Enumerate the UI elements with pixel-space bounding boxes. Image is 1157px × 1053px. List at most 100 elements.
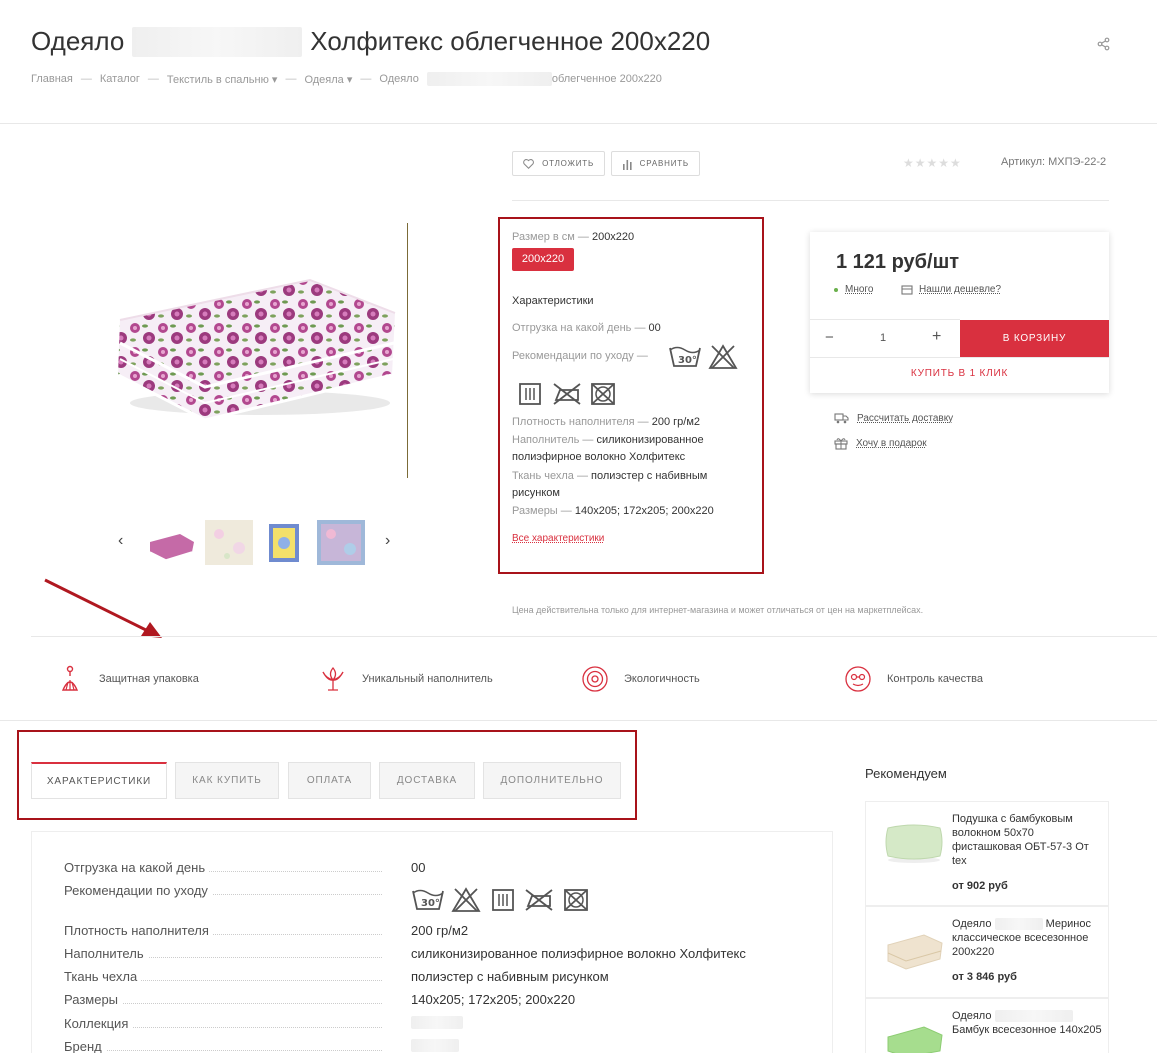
- tab-delivery[interactable]: Доставка: [379, 762, 475, 799]
- thumbnail[interactable]: [205, 520, 253, 565]
- thumbnail[interactable]: [148, 520, 196, 566]
- tab-how-to-buy[interactable]: Как купить: [175, 762, 279, 799]
- inspector-icon: [845, 666, 871, 692]
- qty-plus-button[interactable]: +: [932, 328, 941, 346]
- defer-button[interactable]: отложить: [512, 151, 605, 176]
- packaging-icon: [61, 665, 79, 691]
- breadcrumb-item[interactable]: Одеяла ▾: [304, 73, 352, 86]
- spec-row: Бренд: [64, 1039, 814, 1053]
- breadcrumb-item: облегченное 200х220: [551, 73, 662, 85]
- price: 1 121 руб/шт: [836, 251, 960, 273]
- size-option-chip[interactable]: 200х220: [512, 248, 574, 271]
- compare-label: сравнить: [639, 159, 689, 168]
- spec-row: Размеры 140х205; 172х205; 200х220: [64, 992, 576, 1007]
- prop-fabric: Ткань чехла — полиэстер с набивным: [512, 470, 708, 482]
- cheaper-link[interactable]: Нашли дешевле?: [901, 284, 1001, 295]
- prop-density: Плотность наполнителя — 200 гр/м2: [512, 416, 700, 428]
- recommend-card[interactable]: Одеяло Бамбук всесезонное 140х205: [865, 998, 1109, 1053]
- heart-icon: [523, 158, 534, 169]
- blurred-value: [411, 1039, 459, 1052]
- product-thumbnail[interactable]: [884, 925, 944, 978]
- no-iron-icon: [552, 382, 582, 411]
- product-image[interactable]: [100, 225, 400, 430]
- spec-row: Коллекция: [64, 1016, 814, 1032]
- divider: [0, 123, 1157, 124]
- tag-icon: [901, 284, 913, 295]
- buy-one-click-button[interactable]: КУПИТЬ В 1 КЛИК: [810, 368, 1109, 379]
- prop-care: Рекомендации по уходу —: [512, 350, 648, 362]
- spec-row: Отгрузка на какой день 00: [64, 860, 426, 875]
- page-title: Одеяло Холфитекс облегченное 200х220: [31, 26, 710, 57]
- prop-filler-cont: полиэфирное волокно Холфитекс: [512, 451, 686, 463]
- no-iron-icon: [524, 888, 554, 917]
- thumbnail[interactable]: [317, 520, 365, 565]
- qty-input[interactable]: 1: [880, 332, 886, 344]
- feature-packaging: Защитная упаковка: [55, 664, 199, 694]
- gift-icon: [834, 438, 848, 450]
- prop-shipment: Отгрузка на какой день — 00: [512, 322, 661, 334]
- divider: [810, 319, 960, 320]
- breadcrumb-item[interactable]: Каталог: [100, 73, 140, 85]
- recommend-title: Рекомендуем: [865, 766, 947, 781]
- blurred-value: [411, 1016, 463, 1029]
- breadcrumb-item[interactable]: Главная: [31, 73, 73, 85]
- thumbnail[interactable]: [261, 520, 309, 565]
- blurred-brand: [426, 72, 552, 86]
- divider: [810, 357, 1109, 358]
- recommend-card[interactable]: Подушка с бамбуковым волокном 50х70 фист…: [865, 801, 1109, 906]
- defer-label: отложить: [542, 159, 594, 168]
- compare-icon: [623, 159, 632, 170]
- stock-dot-icon: [834, 287, 838, 292]
- price-note: Цена действительна только для интернет-м…: [512, 605, 924, 615]
- gift-link[interactable]: Хочу в подарок: [834, 437, 927, 450]
- add-to-cart-button[interactable]: В КОРЗИНУ: [960, 320, 1109, 357]
- compare-button[interactable]: сравнить: [611, 151, 700, 176]
- breadcrumb-item: Одеяло: [379, 73, 419, 85]
- blurred-brand: [132, 26, 303, 57]
- feature-quality: Контроль качества: [843, 664, 983, 694]
- prop-filler: Наполнитель — силиконизированное: [512, 434, 704, 446]
- line-dry-icon: [518, 382, 542, 411]
- no-bleach-icon: [708, 344, 738, 375]
- blurred-brand: [994, 918, 1043, 931]
- product-thumbnail[interactable]: [884, 1017, 944, 1053]
- target-icon: [582, 666, 608, 692]
- title-start: Одеяло: [31, 26, 125, 56]
- tab-payment[interactable]: Оплата: [288, 762, 371, 799]
- props-section-title: Характеристики: [512, 295, 594, 307]
- no-tumble-dry-icon: [590, 382, 616, 411]
- feature-eco: Экологичность: [580, 664, 700, 694]
- feature-filler: Уникальный наполнитель: [318, 664, 493, 694]
- divider: [512, 200, 1109, 201]
- prop-fabric-cont: рисунком: [512, 487, 560, 499]
- chevron-left-icon[interactable]: ‹: [118, 532, 123, 550]
- spec-row: Ткань чехла полиэстер с набивным рисунком: [64, 969, 609, 984]
- prop-size: Размер в см — 200х220: [512, 231, 635, 243]
- wash-30-icon: 30°: [411, 887, 445, 918]
- truck-icon: [834, 413, 849, 424]
- breadcrumb-item[interactable]: Текстиль в спальню ▾: [167, 73, 278, 86]
- wash-30-icon: 30°: [668, 344, 702, 375]
- no-bleach-icon: [451, 887, 481, 918]
- tab-additional[interactable]: Дополнительно: [483, 762, 621, 799]
- rating-stars[interactable]: ★★★★★: [903, 156, 962, 170]
- recommend-card[interactable]: Одеяло Меринос классическое всесезонное …: [865, 906, 1109, 998]
- product-thumbnail[interactable]: [884, 820, 944, 869]
- tab-characteristics[interactable]: Характеристики: [31, 762, 167, 799]
- chevron-right-icon[interactable]: ›: [385, 532, 390, 550]
- divider: [0, 720, 1157, 721]
- annotation-arrow-icon: [40, 575, 170, 650]
- all-characteristics-link[interactable]: Все характеристики: [512, 533, 604, 544]
- share-icon[interactable]: [1097, 37, 1111, 56]
- blurred-brand: [994, 1010, 1073, 1023]
- image-divider: [407, 223, 408, 478]
- svg-text:30°: 30°: [421, 898, 440, 909]
- qty-minus-button[interactable]: −: [825, 329, 834, 346]
- stock-status: Много: [834, 284, 873, 295]
- line-dry-icon: [491, 888, 515, 917]
- no-tumble-dry-icon: [563, 888, 589, 917]
- prop-sizes: Размеры — 140х205; 172х205; 200х220: [512, 505, 714, 517]
- delivery-calc-link[interactable]: Рассчитать доставку: [834, 413, 953, 424]
- title-end: Холфитекс облегченное 200х220: [310, 26, 711, 56]
- sku: Артикул: МХПЭ-22-2: [1001, 156, 1107, 168]
